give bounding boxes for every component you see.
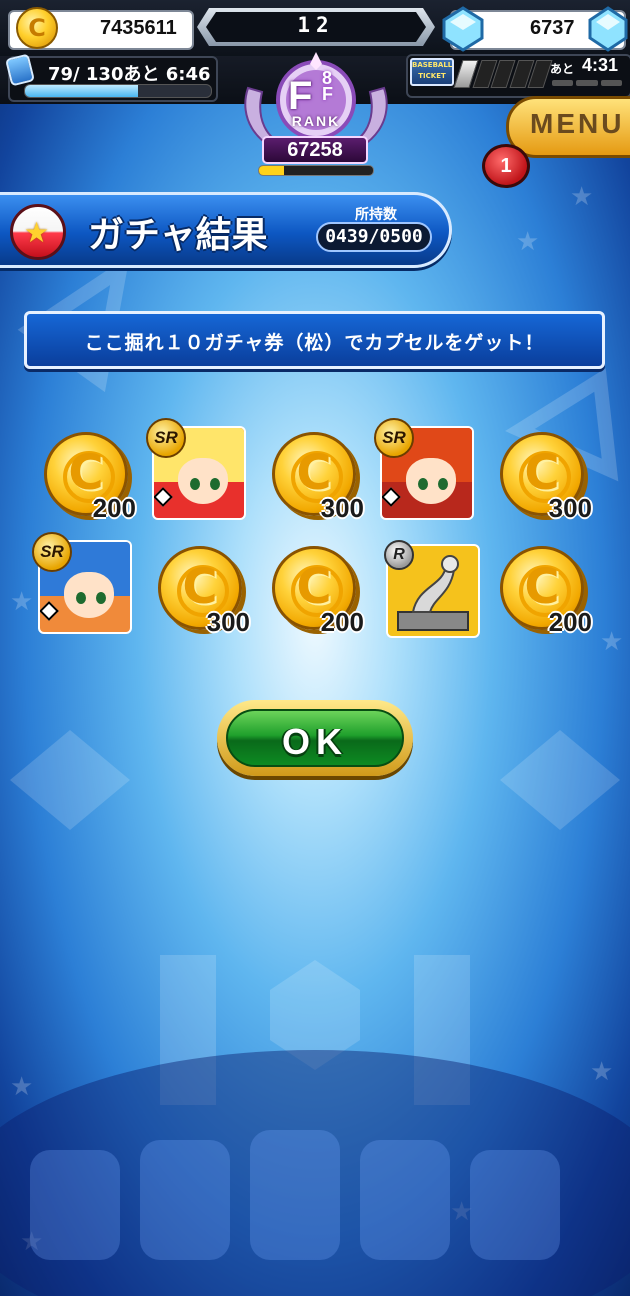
ok-button-face: OK [226,709,404,767]
svg-text:★: ★ [590,1057,613,1087]
result-item[interactable]: C 300 [496,428,592,524]
baseball-ticket-icon: BASEBALL TICKET [410,58,454,86]
svg-text:★: ★ [600,627,623,657]
notification-badge[interactable]: 1 [482,144,530,188]
coin-amount: 200 [320,607,364,637]
menu-label: MENU [530,108,625,139]
character-face [406,458,456,504]
result-item[interactable]: R [384,540,482,640]
character-eye [76,592,86,604]
rank-sub-letter: F [322,84,333,104]
svg-text:★: ★ [450,1197,473,1227]
character-eye [96,592,106,604]
coin-amount: 300 [206,607,250,637]
owned-count-label: 所持数 [355,207,397,223]
diamond-icon [442,6,484,52]
character-eye [190,478,200,490]
rank-progress-fill [259,166,285,175]
character-face [178,458,228,504]
rank-points: 67258 [262,136,368,164]
rank-label: RANK [291,113,341,129]
ticket-timer: 4:31 [582,55,619,75]
ok-button[interactable]: OK [217,700,413,776]
svg-text:★: ★ [570,182,593,212]
result-message-banner: ここ掘れ１０ガチャ券（松）でカプセルをゲット！ [24,311,605,369]
coin-amount: 200 [92,493,136,523]
diamond-mark-icon [382,487,401,507]
stamina-bar [24,84,212,98]
coin-amount: 200 [548,607,592,637]
svg-text:★: ★ [516,227,539,257]
rank-sub: 8F [322,69,333,104]
result-item[interactable]: C 200 [496,542,592,638]
stamina-text: 79/ 130あと 6:46 [48,64,211,85]
svg-text:★: ★ [10,587,33,617]
svg-text:★: ★ [20,1227,43,1257]
rarity-badge: R [384,540,414,570]
owned-count-value: 0439/0500 [316,222,432,252]
coin-icon [16,7,58,49]
ticket-slots [453,60,553,88]
result-item[interactable]: C 300 [154,542,250,638]
character-eye [210,478,220,490]
result-item[interactable]: SR [146,418,248,522]
character-face [64,572,114,618]
coin-value: 7435611 [100,17,177,39]
coin-amount: 300 [548,493,592,523]
result-item[interactable]: C 200 [40,428,136,524]
rarity-badge: SR [374,418,414,458]
result-item[interactable]: SR [374,418,476,522]
result-item[interactable]: SR [32,532,134,636]
page-title: ガチャ結果 [88,215,268,256]
player-level: 12 [297,13,335,37]
coin-amount: 300 [320,493,364,523]
ticket-remaining-label: あと [550,62,575,76]
rarity-badge: SR [32,532,72,572]
character-eye [418,478,428,490]
diamond-plus-icon[interactable] [586,6,630,52]
rank-progress [258,165,374,176]
diamond-mark-icon [154,487,173,507]
svg-text:★: ★ [10,1072,33,1102]
star-icon: ★ [24,216,50,249]
result-message: ここ掘れ１０ガチャ券（松）でカプセルをゲット！ [84,332,545,354]
result-item[interactable]: C 300 [268,428,364,524]
ok-label: OK [282,721,348,762]
ticket-dots [552,80,622,86]
character-eye [438,478,448,490]
gem-value: 6737 [530,17,575,39]
result-item[interactable]: C 200 [268,542,364,638]
rarity-badge: SR [146,418,186,458]
diamond-mark-icon [40,601,59,621]
stamina-fill [25,85,139,97]
